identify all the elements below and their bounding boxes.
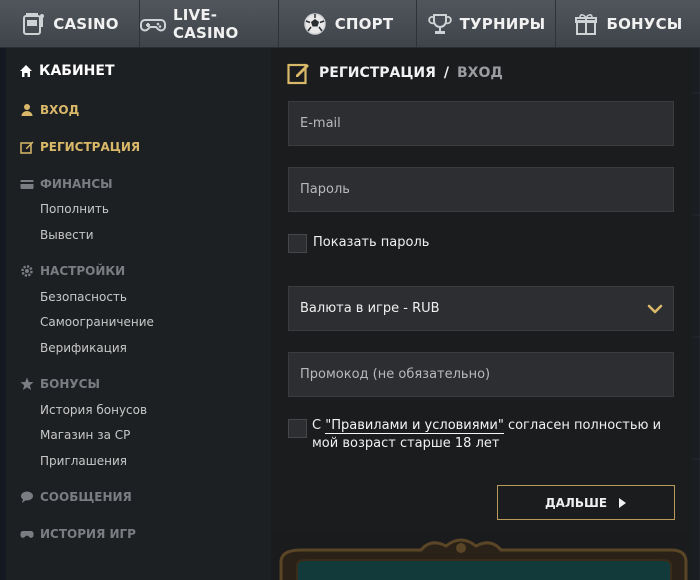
sidebar-item-messages-label: СООБЩЕНИЯ (40, 490, 132, 504)
sidebar-item-messages[interactable]: СООБЩЕНИЯ (20, 490, 132, 504)
terms-text: С "Правилами и условиями" согласен полно… (312, 417, 682, 453)
card-icon (20, 177, 34, 191)
user-icon (20, 103, 34, 117)
sidebar-item-game-history[interactable]: ИСТОРИЯ ИГР (20, 527, 136, 541)
gear-icon (20, 264, 34, 278)
nav-bonuses-label: БОНУСЫ (606, 14, 683, 33)
sidebar-item-cp-shop[interactable]: Магазин за CP (40, 428, 130, 442)
play-arrow-icon (617, 497, 627, 509)
nav-bonuses[interactable]: БОНУСЫ (556, 0, 700, 47)
currency-select[interactable]: Валюта в игре - RUB (288, 286, 674, 331)
sidebar-item-bonus-history[interactable]: История бонусов (40, 403, 147, 417)
slot-machine-icon (20, 11, 46, 37)
show-password-label: Показать пароль (313, 235, 430, 250)
password-placeholder: Пароль (300, 182, 350, 197)
next-button[interactable]: ДАЛЬШЕ (497, 485, 675, 520)
sidebar-item-login[interactable]: ВХОД (20, 103, 79, 117)
soccer-ball-icon (302, 11, 328, 37)
decorative-frame (271, 532, 692, 580)
top-navigation: CASINO LIVE-CASINO СПОРТ ТУРНИРЫ БОНУСЫ (0, 0, 700, 48)
sidebar-item-registration-label: РЕГИСТРАЦИЯ (40, 140, 141, 154)
sidebar-section-finances-label: ФИНАНСЫ (40, 177, 113, 191)
promo-code-field[interactable]: Промокод (не обязательно) (288, 352, 674, 397)
nav-casino-label: CASINO (53, 14, 119, 33)
nav-sport[interactable]: СПОРТ (279, 0, 417, 47)
show-password-checkbox[interactable] (288, 234, 307, 253)
terms-link[interactable]: "Правилами и условиями" (325, 418, 504, 434)
nav-live-casino-label: LIVE-CASINO (173, 5, 239, 42)
sidebar-item-deposit[interactable]: Пополнить (40, 202, 109, 216)
sidebar-section-finances: ФИНАНСЫ (20, 177, 113, 191)
currency-value: Валюта в игре - RUB (300, 301, 440, 316)
email-placeholder: E-mail (300, 116, 341, 131)
sidebar-section-settings: НАСТРОЙКИ (20, 264, 125, 278)
star-icon (20, 377, 34, 391)
nav-live-casino[interactable]: LIVE-CASINO (140, 0, 279, 47)
sidebar-item-game-history-label: ИСТОРИЯ ИГР (40, 527, 136, 541)
chat-bubble-icon (20, 490, 34, 504)
sidebar-item-verification[interactable]: Верификация (40, 341, 127, 355)
sidebar-item-registration[interactable]: РЕГИСТРАЦИЯ (20, 140, 140, 154)
sidebar-header-label: КАБИНЕТ (39, 63, 115, 79)
sidebar-item-security[interactable]: Безопасность (40, 290, 127, 304)
sidebar-item-withdraw[interactable]: Вывести (40, 228, 94, 242)
home-icon (19, 64, 33, 78)
gamepad-icon (20, 527, 34, 541)
nav-casino[interactable]: CASINO (0, 0, 140, 47)
nav-tournaments[interactable]: ТУРНИРЫ (417, 0, 556, 47)
title-registration: РЕГИСТРАЦИЯ (319, 65, 436, 81)
edit-icon (20, 140, 34, 154)
gamepad-icon (140, 11, 166, 37)
promo-code-placeholder: Промокод (не обязательно) (300, 367, 491, 382)
sidebar-section-bonuses: БОНУСЫ (20, 377, 100, 391)
sidebar-section-bonuses-label: БОНУСЫ (40, 377, 100, 391)
password-field[interactable]: Пароль (288, 167, 674, 212)
nav-sport-label: СПОРТ (334, 14, 394, 33)
account-sidebar: КАБИНЕТ ВХОД РЕГИСТРАЦИЯ ФИНАНСЫ Пополни… (6, 48, 271, 580)
sidebar-item-invitations[interactable]: Приглашения (40, 454, 127, 468)
sidebar-item-login-label: ВХОД (40, 103, 80, 117)
sidebar-item-self-limitation[interactable]: Самоограничение (40, 315, 154, 329)
terms-prefix: С (312, 418, 326, 433)
next-button-label: ДАЛЬШЕ (544, 495, 608, 510)
title-separator: / (443, 65, 449, 81)
registration-panel: РЕГИСТРАЦИЯ / ВХОД E-mail Пароль Показат… (271, 48, 692, 580)
sidebar-header: КАБИНЕТ (19, 63, 115, 79)
chevron-down-icon (647, 301, 663, 317)
email-field[interactable]: E-mail (288, 101, 674, 146)
edit-icon (287, 61, 311, 85)
panel-title: РЕГИСТРАЦИЯ / ВХОД (287, 61, 503, 85)
nav-tournaments-label: ТУРНИРЫ (459, 14, 546, 33)
trophy-icon (427, 11, 453, 37)
terms-checkbox[interactable] (288, 419, 307, 438)
title-login-link[interactable]: ВХОД (457, 65, 503, 81)
gift-icon (573, 11, 599, 37)
sidebar-section-settings-label: НАСТРОЙКИ (40, 264, 126, 278)
